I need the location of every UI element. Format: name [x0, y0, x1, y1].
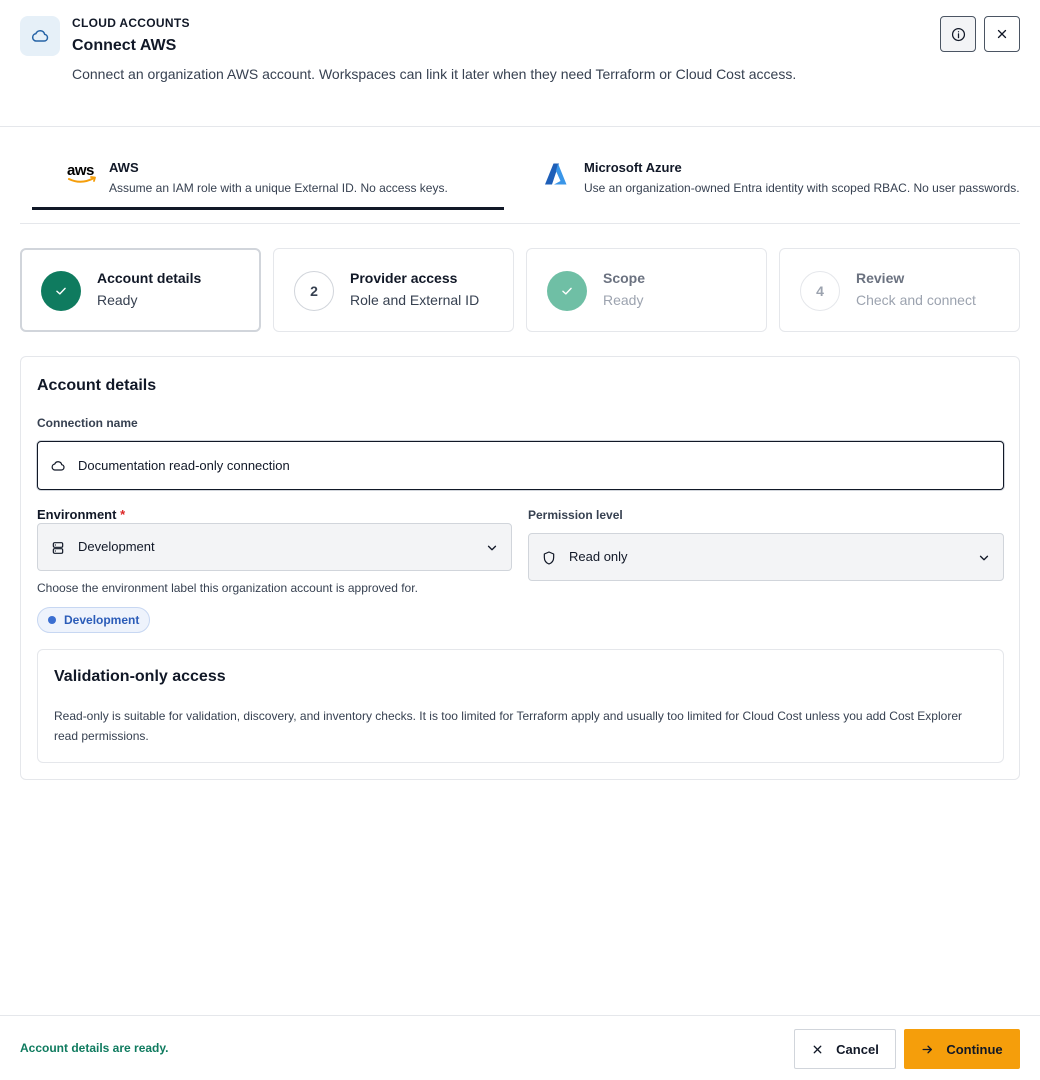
account-details-panel: Account details Connection name Document…: [20, 356, 1020, 780]
step-title: Scope: [603, 270, 646, 286]
continue-button-label: Continue: [946, 1041, 1003, 1057]
tab-azure-label: Microsoft Azure: [584, 160, 682, 175]
permission-level-label: Permission level: [528, 508, 623, 522]
panel-title: Account details: [37, 377, 157, 394]
cancel-button-label: Cancel: [836, 1041, 879, 1057]
shield-icon: [541, 550, 557, 571]
step-title: Review: [856, 270, 905, 286]
azure-logo: [544, 162, 568, 186]
aws-logo-text: aws: [67, 162, 94, 179]
info-button[interactable]: [940, 16, 976, 52]
step-scope[interactable]: Scope Ready: [526, 248, 767, 332]
environment-select[interactable]: Development: [37, 523, 512, 571]
page-title: Connect AWS: [72, 37, 177, 54]
tab-aws[interactable]: aws AWS Assume an IAM role with a unique…: [32, 150, 504, 210]
required-marker: *: [120, 507, 126, 522]
close-icon: [997, 29, 1007, 39]
connection-name-input[interactable]: Documentation read-only connection: [37, 441, 1004, 490]
step-title: Account details: [97, 270, 202, 286]
tab-aws-label: AWS: [109, 160, 139, 175]
environment-helper-text: Choose the environment label this organi…: [37, 581, 418, 595]
chip-dot: [48, 616, 56, 624]
continue-button[interactable]: Continue: [904, 1029, 1020, 1069]
step-subtitle: Ready: [97, 292, 138, 308]
server-icon: [50, 540, 66, 561]
step-number-badge: 2: [294, 271, 334, 311]
step-review[interactable]: 4 Review Check and connect: [779, 248, 1020, 332]
step-account-details[interactable]: Account details Ready: [20, 248, 261, 332]
close-button[interactable]: [984, 16, 1020, 52]
cancel-button[interactable]: Cancel: [794, 1029, 896, 1069]
step-number-badge: 4: [800, 271, 840, 311]
connection-name-value: Documentation read-only connection: [78, 458, 290, 473]
environment-chip-label: Development: [64, 613, 140, 627]
step-title: Provider access: [350, 270, 458, 286]
tab-aws-description: Assume an IAM role with a unique Externa…: [109, 181, 448, 195]
cloud-icon: [20, 16, 60, 56]
permission-level-value: Read only: [569, 549, 628, 564]
tab-azure-description: Use an organization-owned Entra identity…: [584, 181, 1020, 195]
callout-title: Validation-only access: [54, 668, 226, 685]
permission-level-select[interactable]: Read only: [528, 533, 1004, 581]
access-callout: Validation-only access Read-only is suit…: [37, 649, 1004, 763]
step-subtitle: Role and External ID: [350, 292, 480, 308]
step-complete-badge: [547, 271, 587, 311]
chevron-down-icon: [977, 551, 991, 570]
environment-chip: Development: [37, 607, 151, 633]
close-icon: [813, 1045, 822, 1053]
info-icon: [951, 27, 965, 41]
environment-value: Development: [78, 539, 155, 554]
check-icon: [56, 287, 66, 295]
section-eyebrow: CLOUD ACCOUNTS: [72, 16, 190, 30]
connection-name-label: Connection name: [37, 416, 138, 430]
dialog-header: CLOUD ACCOUNTS Connect AWS Connect an or…: [0, 0, 1040, 127]
callout-body: Read-only is suitable for validation, di…: [54, 709, 962, 743]
status-message: Account details are ready.: [20, 1041, 169, 1055]
step-subtitle: Ready: [603, 292, 644, 308]
arrow-right-icon: [922, 1045, 933, 1053]
environment-label: Environment *: [37, 507, 125, 522]
chevron-down-icon: [485, 541, 499, 560]
provider-tabs: aws AWS Assume an IAM role with a unique…: [20, 150, 1020, 224]
tab-azure[interactable]: Microsoft Azure Use an organization-owne…: [540, 150, 1020, 210]
dialog-footer: Account details are ready. Cancel Contin…: [0, 1015, 1040, 1080]
cloud-icon: [50, 458, 66, 479]
check-icon: [562, 287, 572, 295]
environment-label-text: Environment: [37, 507, 117, 522]
page-subtitle: Connect an organization AWS account. Wor…: [72, 66, 797, 82]
step-subtitle: Check and connect: [856, 292, 976, 308]
step-complete-badge: [41, 271, 81, 311]
step-provider-access[interactable]: 2 Provider access Role and External ID: [273, 248, 514, 332]
aws-logo: aws: [66, 162, 100, 186]
